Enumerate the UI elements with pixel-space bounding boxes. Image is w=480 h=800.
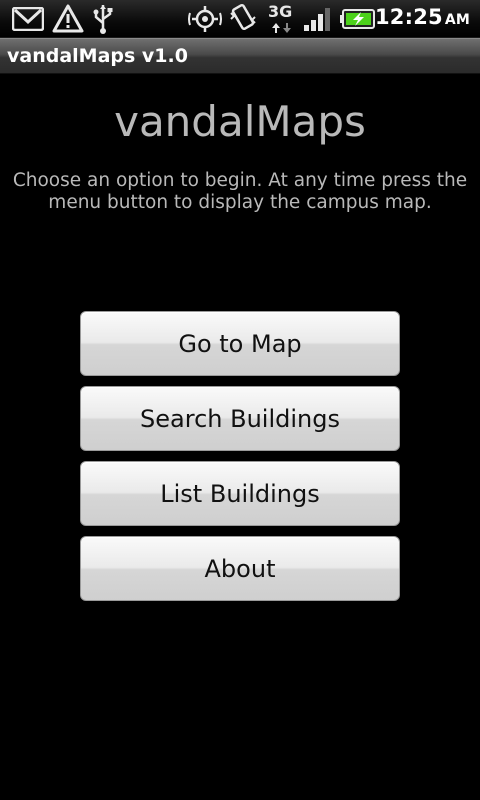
vibrate-icon [228, 3, 258, 37]
network-3g-icon: 3G [268, 2, 298, 36]
signal-icon [302, 6, 334, 36]
clock: 12:25 AM [375, 5, 470, 29]
title-bar: vandalMaps v1.0 [0, 38, 480, 74]
usb-icon [92, 3, 114, 39]
clock-ampm: AM [444, 12, 470, 28]
gmail-icon [11, 6, 45, 35]
main-content: vandalMaps Choose an option to begin. At… [0, 74, 480, 800]
status-bar: 3G 12:25 AM [0, 0, 480, 38]
search-buildings-button[interactable]: Search Buildings [80, 386, 400, 451]
main-menu: Go to Map Search Buildings List Building… [80, 311, 400, 611]
gps-icon [188, 5, 222, 37]
battery-charging-icon [340, 9, 376, 33]
page-heading: vandalMaps [114, 97, 366, 146]
warning-icon [52, 4, 84, 38]
go-to-map-button[interactable]: Go to Map [80, 311, 400, 376]
list-buildings-button[interactable]: List Buildings [80, 461, 400, 526]
instructions-text: Choose an option to begin. At any time p… [12, 170, 468, 213]
app-title: vandalMaps v1.0 [7, 45, 188, 67]
clock-time: 12:25 [374, 5, 443, 29]
about-button[interactable]: About [80, 536, 400, 601]
